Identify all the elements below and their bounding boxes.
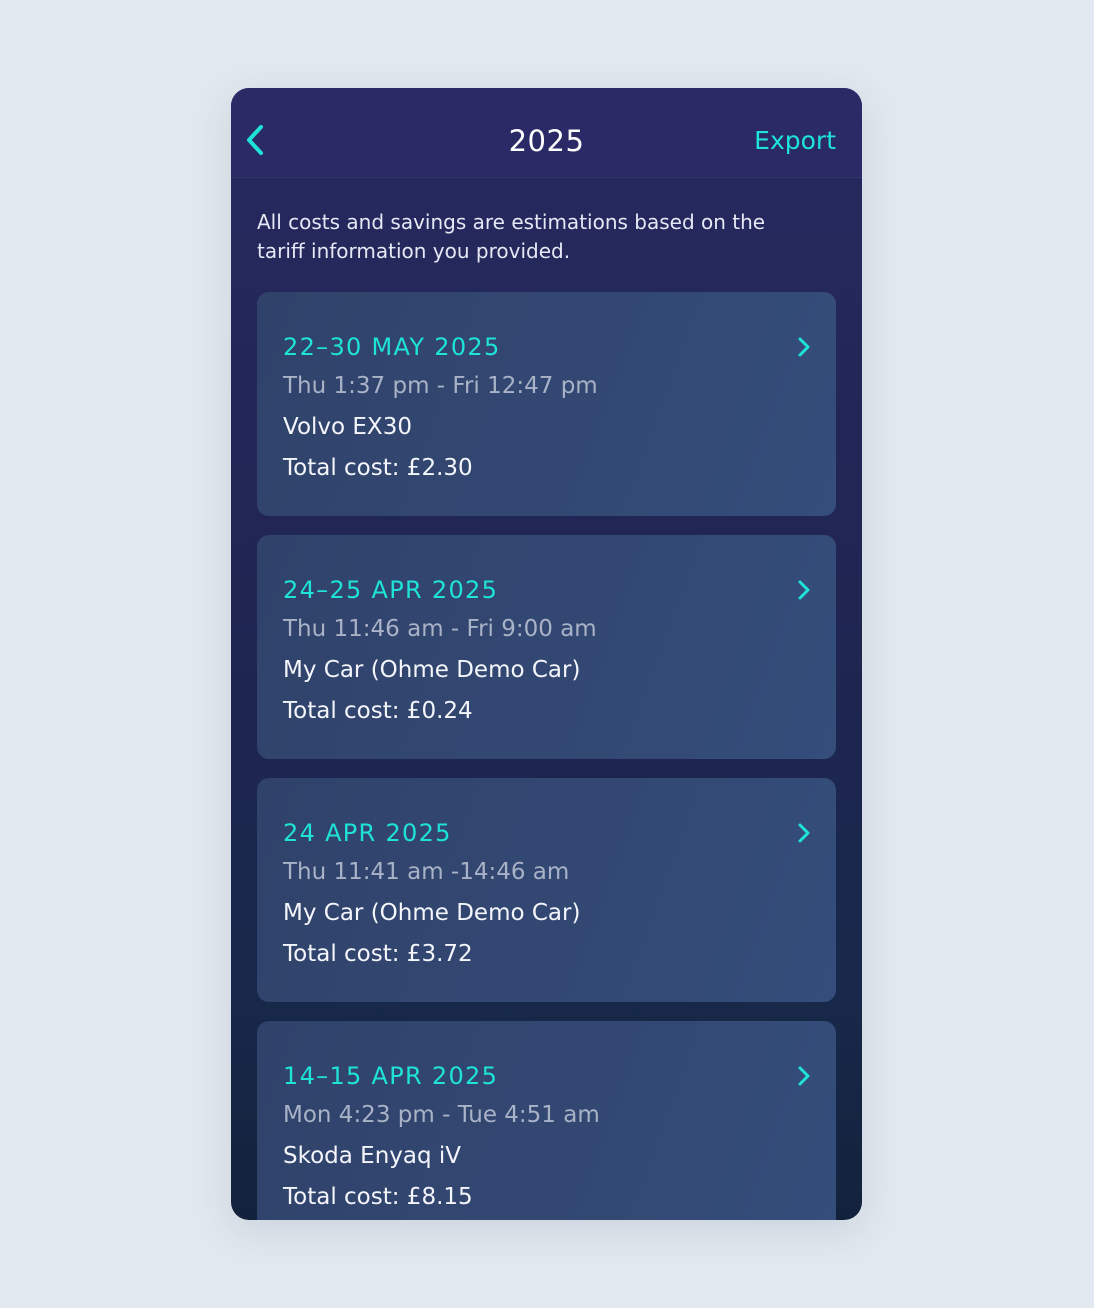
estimation-notice: All costs and savings are estimations ba… — [257, 210, 766, 263]
session-cost: Total cost: £8.15 — [283, 1184, 473, 1210]
session-car: Skoda Enyaq iV — [283, 1143, 462, 1169]
session-time: Thu 11:41 am -14:46 am — [283, 859, 570, 885]
session-car: My Car (Ohme Demo Car) — [283, 657, 581, 683]
session-car: My Car (Ohme Demo Car) — [283, 900, 581, 926]
session-date: 24 APR 2025 — [283, 819, 452, 847]
session-card[interactable]: 24–25 APR 2025 Thu 11:46 am - Fri 9:00 a… — [257, 535, 836, 759]
session-car: Volvo EX30 — [283, 414, 412, 440]
session-time: Thu 11:46 am - Fri 9:00 am — [283, 616, 597, 642]
chevron-right-icon — [798, 823, 810, 843]
phone-screen: 2025 Export All costs and savings are es… — [231, 88, 862, 1220]
session-card[interactable]: 14–15 APR 2025 Mon 4:23 pm - Tue 4:51 am… — [257, 1021, 836, 1220]
session-date: 22–30 MAY 2025 — [283, 333, 501, 361]
export-button[interactable]: Export — [754, 125, 836, 157]
session-cost: Total cost: £2.30 — [283, 455, 473, 481]
session-card[interactable]: 24 APR 2025 Thu 11:41 am -14:46 am My Ca… — [257, 778, 836, 1002]
session-cost: Total cost: £3.72 — [283, 941, 473, 967]
chevron-right-icon — [798, 337, 810, 357]
session-time: Thu 1:37 pm - Fri 12:47 pm — [283, 373, 598, 399]
session-date: 14–15 APR 2025 — [283, 1062, 499, 1090]
header-bar: 2025 Export — [231, 88, 862, 178]
session-card[interactable]: 22–30 MAY 2025 Thu 1:37 pm - Fri 12:47 p… — [257, 292, 836, 516]
session-time: Mon 4:23 pm - Tue 4:51 am — [283, 1102, 600, 1128]
chevron-right-icon — [798, 1066, 810, 1086]
session-cost: Total cost: £0.24 — [283, 698, 473, 724]
session-date: 24–25 APR 2025 — [283, 576, 499, 604]
chevron-right-icon — [798, 580, 810, 600]
